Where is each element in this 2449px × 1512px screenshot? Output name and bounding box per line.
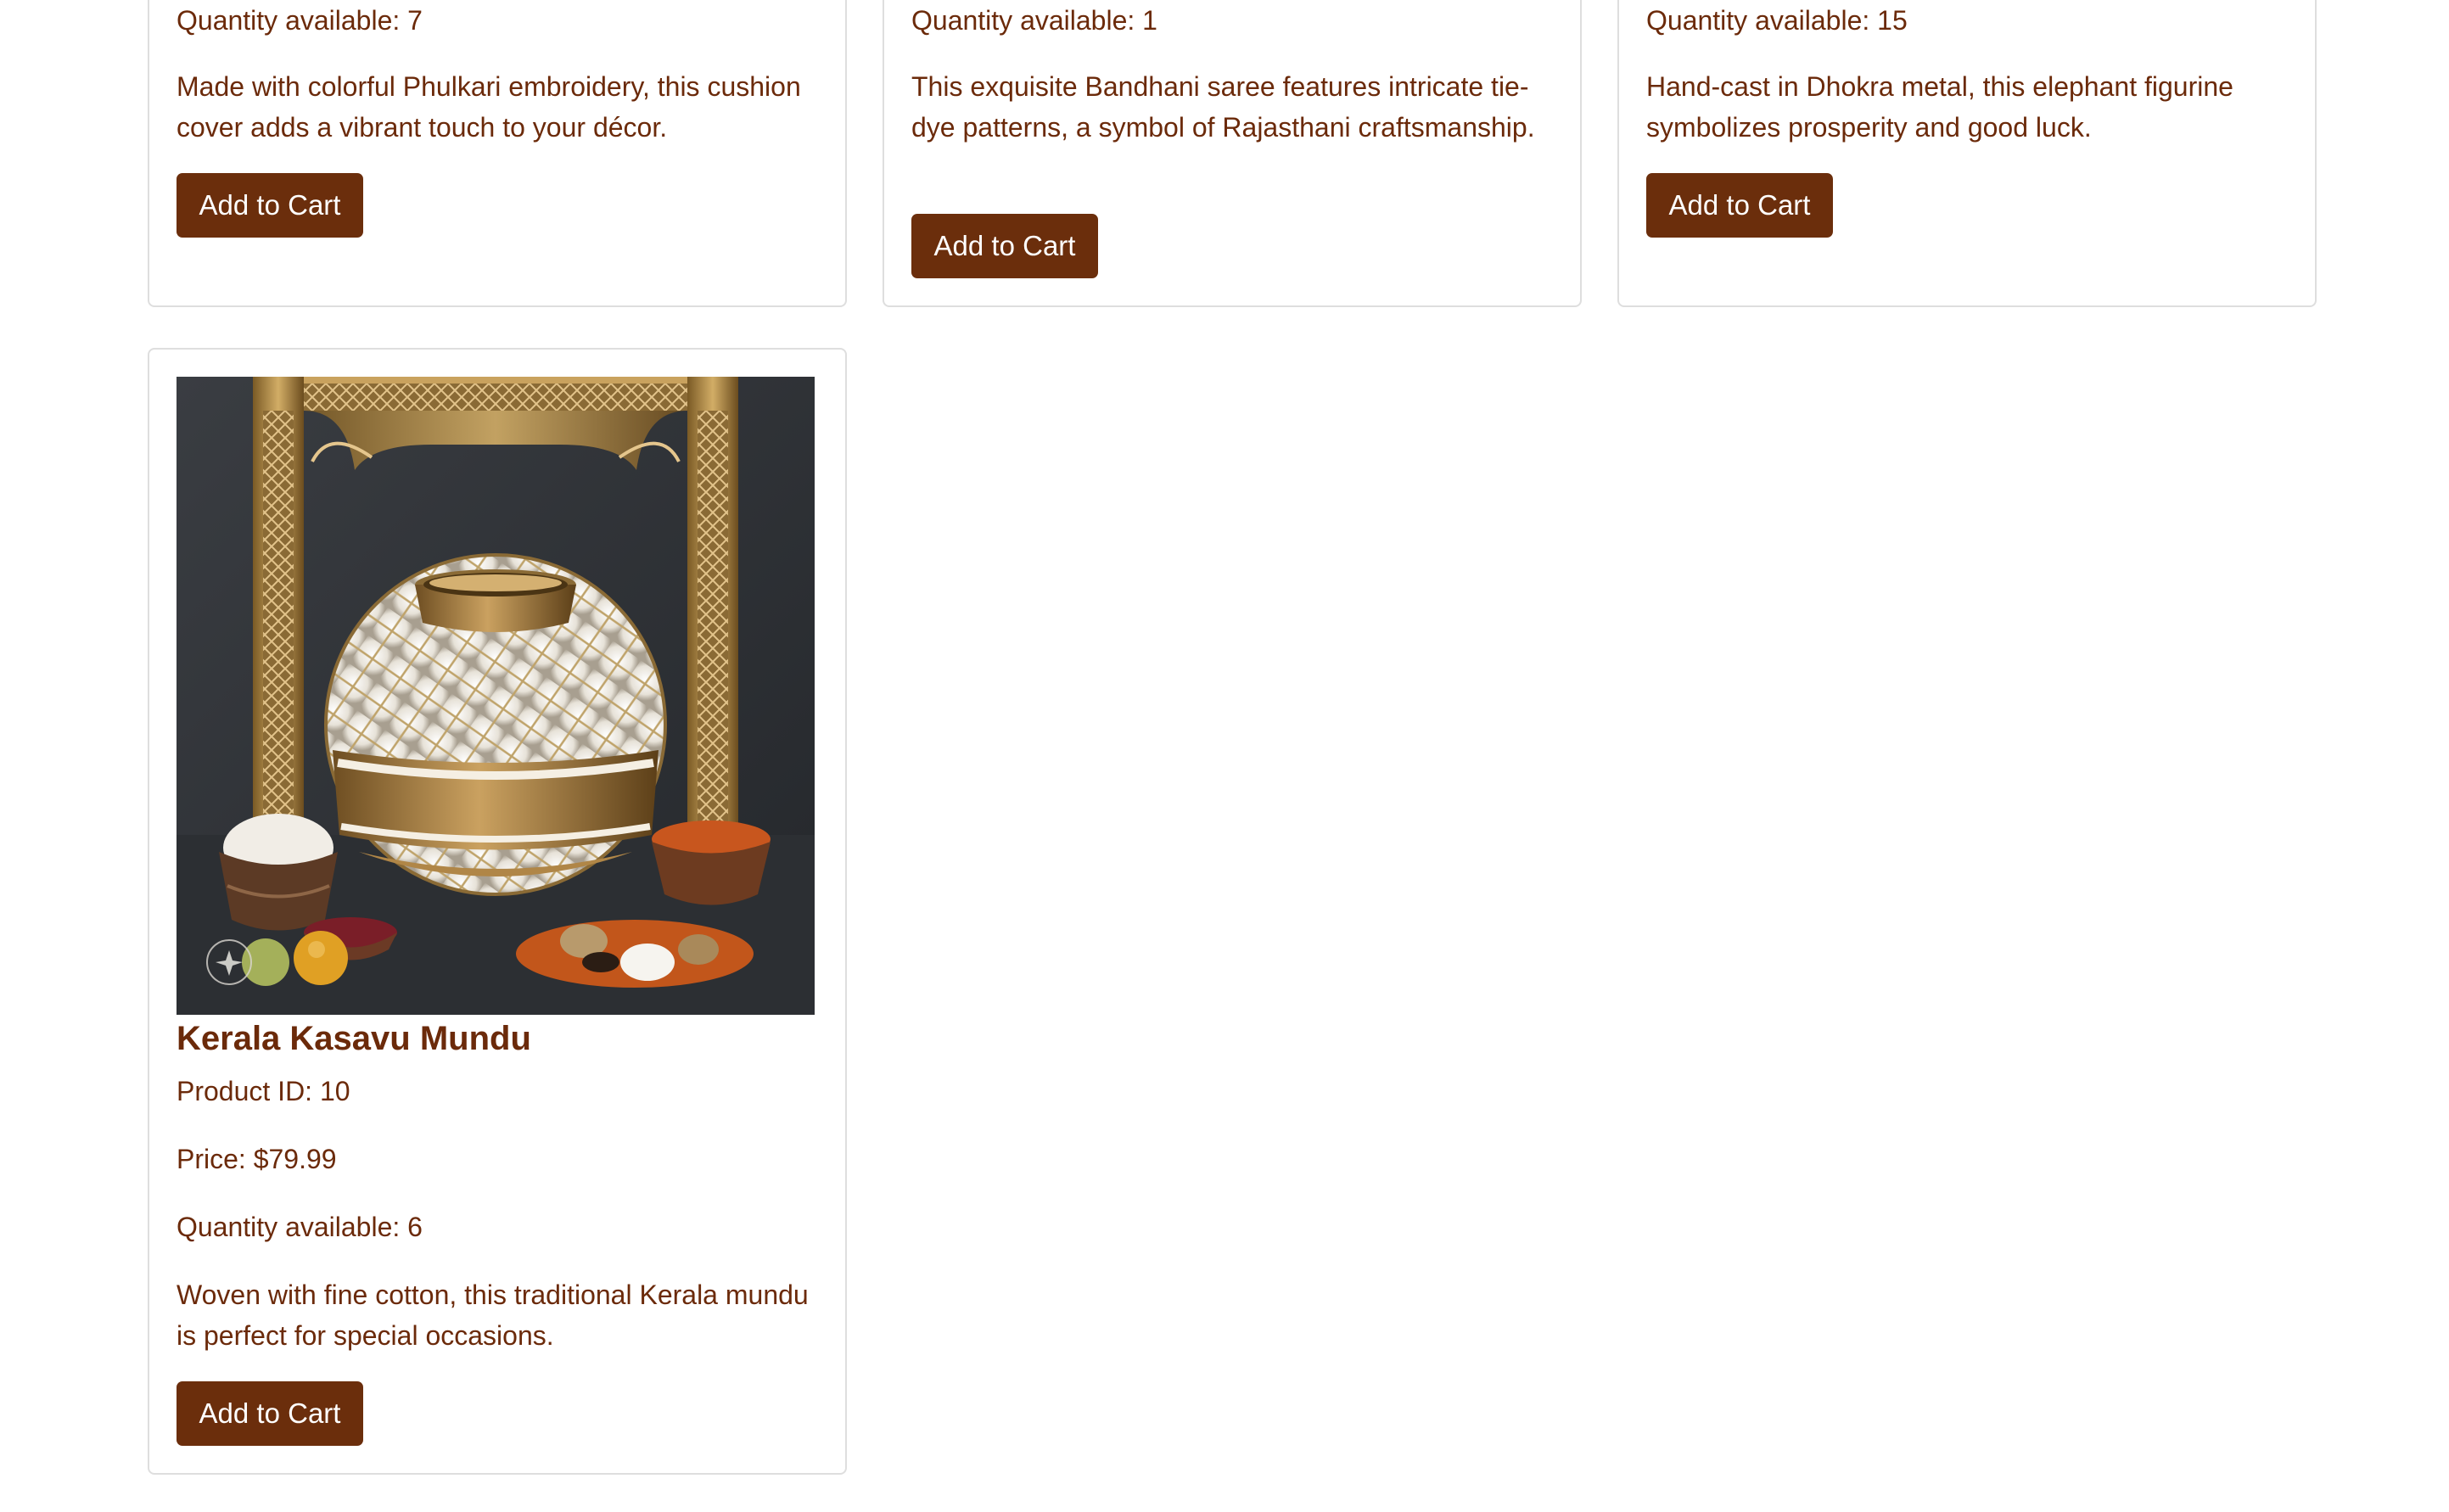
add-to-cart-button[interactable]: Add to Cart <box>177 1381 363 1446</box>
product-description: Hand-cast in Dhokra metal, this elephant… <box>1646 71 2233 143</box>
add-to-cart-button[interactable]: Add to Cart <box>177 173 363 238</box>
product-id: Product ID: 10 <box>177 1076 350 1106</box>
pot-icon <box>177 377 815 1015</box>
product-image <box>177 377 815 1015</box>
product-card: Quantity available: 15 Hand-cast in Dhok… <box>1617 0 2317 307</box>
product-card: Quantity available: 1 This exquisite Ban… <box>883 0 1582 307</box>
product-name: Kerala Kasavu Mundu <box>177 1020 531 1057</box>
product-quantity: Quantity available: 1 <box>911 5 1157 36</box>
product-description: Woven with fine cotton, this traditional… <box>177 1280 809 1351</box>
product-card: Quantity available: 7 Made with colorful… <box>148 0 847 307</box>
product-description: This exquisite Bandhani saree features i… <box>911 71 1535 143</box>
product-quantity: Quantity available: 6 <box>177 1212 423 1242</box>
product-quantity: Quantity available: 15 <box>1646 5 1908 36</box>
add-to-cart-button[interactable]: Add to Cart <box>911 214 1098 278</box>
product-quantity: Quantity available: 7 <box>177 5 423 36</box>
product-description: Made with colorful Phulkari embroidery, … <box>177 71 801 143</box>
product-card: Kerala Kasavu Mundu Product ID: 10 Price… <box>148 348 847 1475</box>
add-to-cart-button[interactable]: Add to Cart <box>1646 173 1833 238</box>
product-price: Price: $79.99 <box>177 1144 337 1174</box>
